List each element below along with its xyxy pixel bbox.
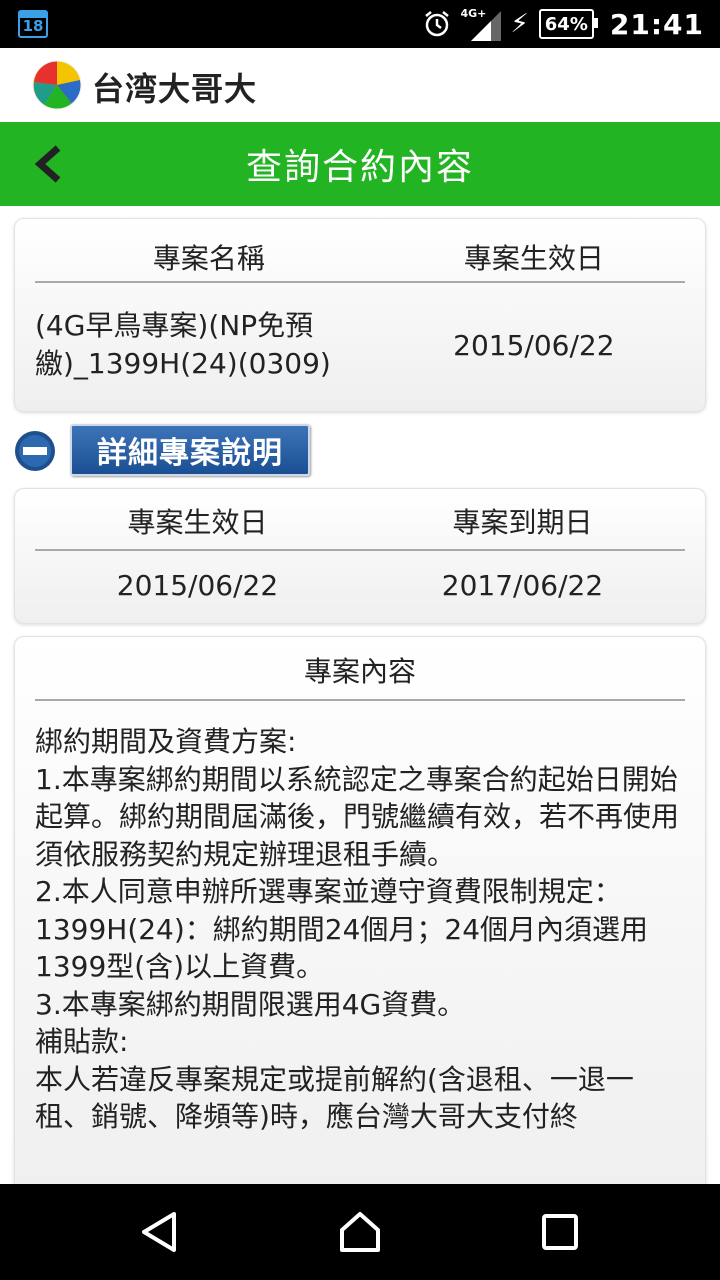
chevron-left-icon[interactable] <box>28 140 76 188</box>
recents-icon[interactable] <box>536 1208 584 1256</box>
collapse-icon[interactable] <box>14 430 56 472</box>
plan-name-header: 專案名稱 <box>152 242 265 275</box>
divider <box>35 281 685 283</box>
calendar-icon: 18 <box>18 10 48 38</box>
page-title: 查詢合約內容 <box>245 147 474 188</box>
battery-level: 64% <box>544 13 588 35</box>
home-icon[interactable] <box>336 1208 384 1256</box>
calendar-day: 18 <box>22 17 44 35</box>
content-card[interactable]: 專案內容 綁約期間及資費方案: 1.本專案綁約期間以系統認定之專案合約起始日開始… <box>14 636 706 1196</box>
plan-card: 專案名稱 專案生效日 (4G早鳥專案)(NP免預繳)_1399H(24)(030… <box>14 218 706 412</box>
dates-card: 專案生效日 專案到期日 2015/06/22 2017/06/22 <box>14 488 706 624</box>
clock: 21:41 <box>609 7 704 41</box>
start-date-header: 專案生效日 <box>127 506 268 539</box>
detail-description-button[interactable]: 詳細專案說明 <box>70 424 310 476</box>
brand-logo-icon <box>32 60 82 110</box>
end-date-header: 專案到期日 <box>452 506 593 539</box>
back-triangle-icon[interactable] <box>136 1208 184 1256</box>
charging-icon: ⚡ <box>510 9 529 39</box>
effective-date: 2015/06/22 <box>453 328 615 362</box>
dates-card-value-row: 2015/06/22 2017/06/22 <box>35 555 685 615</box>
alarm-icon <box>424 11 449 37</box>
content-header: 專案內容 <box>303 655 416 688</box>
detail-toggle[interactable]: 詳細專案說明 <box>14 424 314 478</box>
plan-card-header-row: 專案名稱 專案生效日 <box>35 227 685 287</box>
brand-bar: 台湾大哥大 <box>0 48 720 122</box>
dates-card-header-row: 專案生效日 專案到期日 <box>35 493 685 549</box>
plan-card-value-row: (4G早鳥專案)(NP免預繳)_1399H(24)(0309) 2015/06/… <box>35 297 685 393</box>
title-bar: 查詢合約內容 <box>0 122 720 206</box>
plan-content-text: 綁約期間及資費方案: 1.本專案綁約期間以系統認定之專案合約起始日開始起算。綁約… <box>35 725 680 1133</box>
divider <box>35 549 685 551</box>
status-bar: 18 4G+ ⚡ 64% 21:41 <box>0 0 720 48</box>
brand-name: 台湾大哥大 <box>92 70 258 108</box>
navigation-bar <box>0 1184 720 1280</box>
effective-date-header: 專案生效日 <box>463 242 604 275</box>
end-date: 2017/06/22 <box>441 568 604 602</box>
signal-icon: 4G+ <box>461 7 501 41</box>
plan-name: (4G早鳥專案)(NP免預繳)_1399H(24)(0309) <box>35 309 331 380</box>
start-date: 2015/06/22 <box>116 568 279 602</box>
divider <box>35 699 685 701</box>
status-icons: 4G+ ⚡ 64% 21:41 <box>423 0 705 48</box>
battery-icon: 64% <box>538 9 598 39</box>
content-card-header-row: 專案內容 <box>35 641 685 699</box>
